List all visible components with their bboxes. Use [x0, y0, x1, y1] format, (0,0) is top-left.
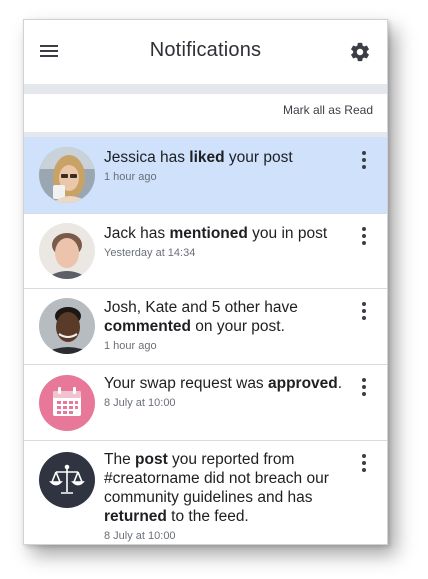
- notification-message: Jack has mentioned you in post: [104, 225, 328, 242]
- notification-item[interactable]: The post you reported from #creatorname …: [24, 441, 387, 544]
- page-title: Notifications: [149, 39, 262, 61]
- notification-time: Yesterday at 14:34: [104, 247, 196, 259]
- notification-item[interactable]: Josh, Kate and 5 other have commented on…: [24, 289, 387, 365]
- notification-message: The post you reported from #creatorname …: [104, 451, 329, 525]
- avatar: [39, 147, 95, 203]
- avatar: [39, 298, 95, 354]
- more-options-icon[interactable]: [361, 227, 367, 247]
- notification-time: 1 hour ago: [104, 340, 157, 352]
- notification-time: 8 July at 10:00: [104, 530, 176, 542]
- gear-icon[interactable]: [349, 41, 371, 63]
- notification-message: Your swap request was approved.: [104, 375, 343, 392]
- notification-item[interactable]: Jessica has liked your post 1 hour ago: [24, 137, 387, 214]
- more-options-icon[interactable]: [361, 378, 367, 398]
- avatar: [39, 223, 95, 279]
- header-divider: [24, 84, 387, 94]
- notification-content: Jack has mentioned you in post Yesterday…: [104, 224, 353, 259]
- more-options-icon[interactable]: [361, 302, 367, 322]
- notification-time: 8 July at 10:00: [104, 397, 176, 409]
- notification-time: 1 hour ago: [104, 171, 157, 183]
- notification-content: Your swap request was approved. 8 July a…: [104, 374, 353, 409]
- mark-all-read-button[interactable]: Mark all as Read: [283, 103, 373, 117]
- more-options-icon[interactable]: [361, 151, 367, 171]
- more-options-icon[interactable]: [361, 454, 367, 474]
- notification-content: Jessica has liked your post 1 hour ago: [104, 148, 353, 183]
- scales-of-justice-icon: [39, 452, 95, 508]
- notification-message: Jessica has liked your post: [104, 149, 293, 166]
- app-bar: Notifications: [24, 20, 387, 84]
- notification-message: Josh, Kate and 5 other have commented on…: [104, 299, 298, 335]
- notification-item[interactable]: Jack has mentioned you in post Yesterday…: [24, 214, 387, 289]
- notification-item[interactable]: Your swap request was approved. 8 July a…: [24, 365, 387, 441]
- mark-read-bar: Mark all as Read: [24, 94, 387, 132]
- notifications-screen: Notifications Mark all as Read Jessica h…: [23, 19, 388, 545]
- notification-list: Jessica has liked your post 1 hour ago J…: [24, 137, 387, 544]
- calendar-icon: [39, 375, 95, 431]
- notification-content: The post you reported from #creatorname …: [104, 450, 353, 542]
- notification-content: Josh, Kate and 5 other have commented on…: [104, 298, 353, 352]
